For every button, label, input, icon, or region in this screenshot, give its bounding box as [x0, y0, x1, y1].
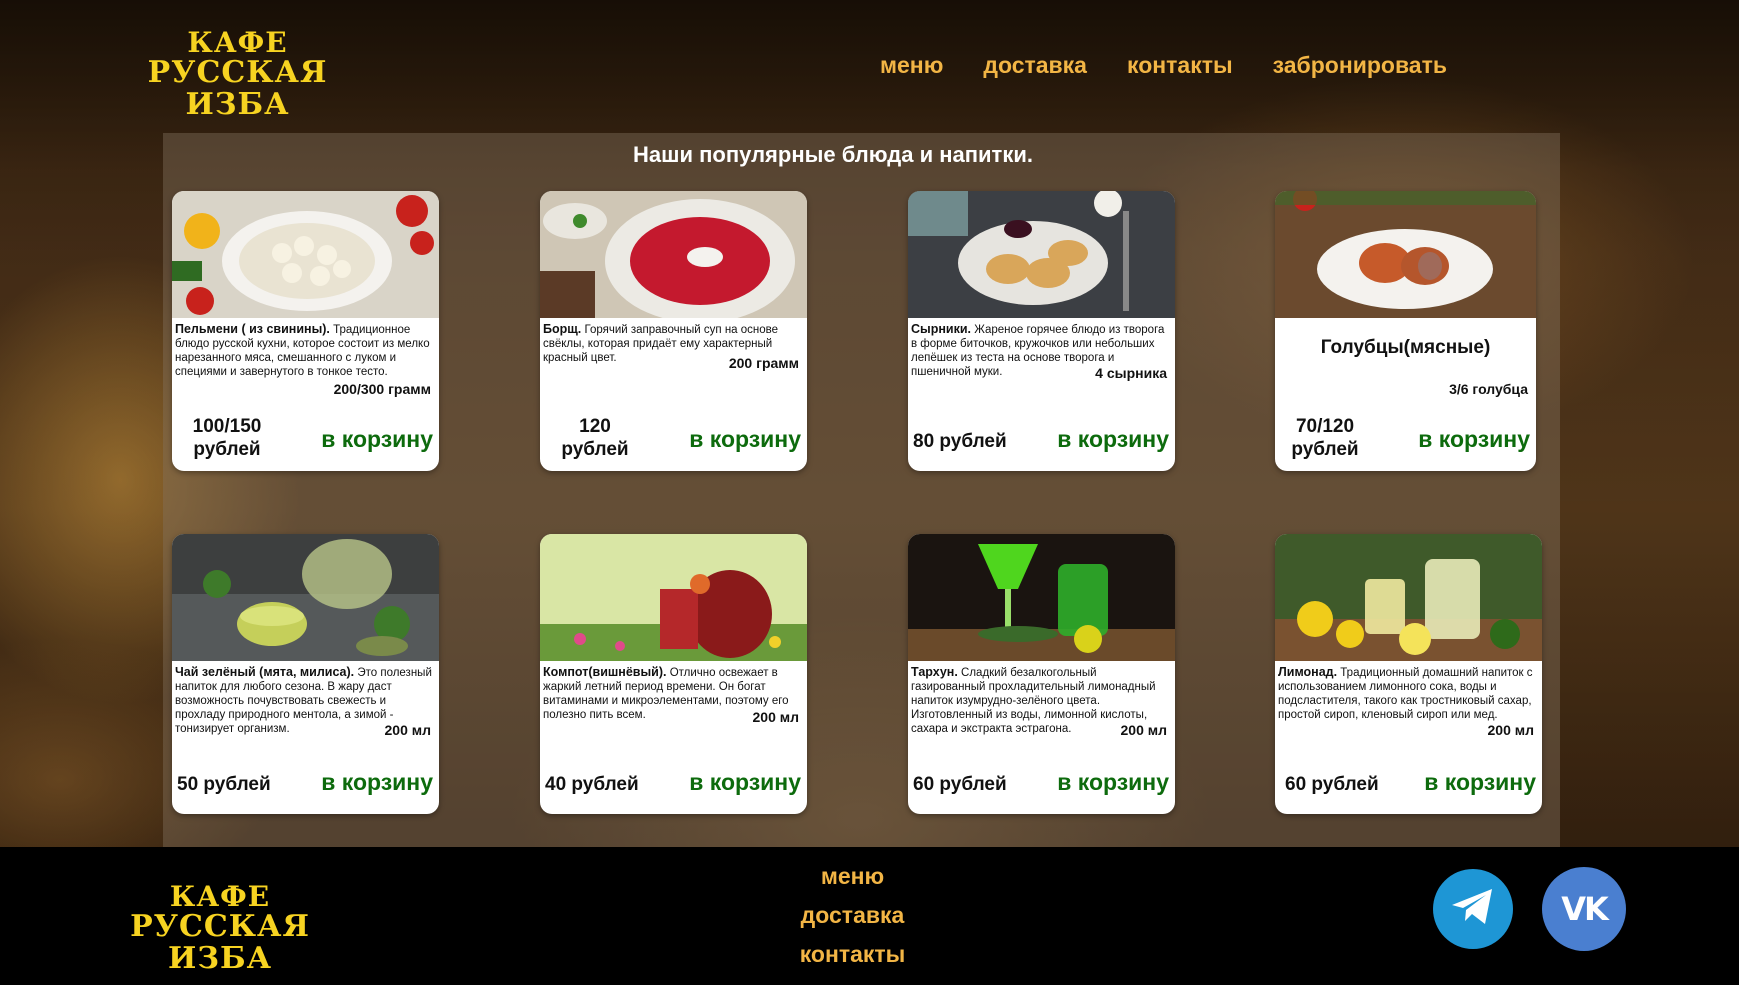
pelmeni-price: 100/150 рублей: [177, 415, 277, 461]
lemonade-portion: 200 мл: [1487, 722, 1535, 738]
menu-card-pelmeni: Пельмени ( из свинины). Традиционное блю…: [172, 191, 439, 471]
header-logo[interactable]: КАФЕ РУССКАЯ ИЗБА: [100, 26, 375, 122]
golubtsy-photo: [1275, 191, 1536, 318]
pelmeni-name: Пельмени ( из свинины).: [175, 322, 330, 336]
pelmeni-photo: [172, 191, 439, 318]
add-to-cart-button[interactable]: в корзину: [321, 769, 433, 796]
menu-card-syrniki: Сырники. Жареное горячее блюдо из творог…: [908, 191, 1175, 471]
page-title: Наши популярные блюда и напитки.: [633, 142, 1033, 167]
footer-menu-link[interactable]: меню: [760, 857, 945, 896]
pelmeni-price-value: 100/150: [192, 416, 262, 437]
add-to-cart-button[interactable]: в корзину: [1057, 769, 1169, 796]
header-nav: меню доставка контакты забронировать: [880, 52, 1487, 79]
menu-card-tarkhun: Тархун. Сладкий безалкогольный газирован…: [908, 534, 1175, 814]
borsch-portion: 200 грамм: [728, 355, 799, 371]
nav-booking-link[interactable]: забронировать: [1273, 52, 1447, 79]
add-to-cart-button[interactable]: в корзину: [689, 426, 801, 453]
green-tea-portion: 200 мл: [384, 722, 432, 738]
syrniki-name: Сырники.: [911, 322, 971, 336]
golubtsy-price-value: 70/120: [1295, 416, 1355, 437]
menu-card-golubtsy: Голубцы(мясные) 3/6 голубца 70/120 рубле…: [1275, 191, 1536, 471]
golubtsy-price: 70/120 рублей: [1280, 415, 1370, 461]
add-to-cart-button[interactable]: в корзину: [1424, 769, 1536, 796]
golubtsy-price-unit: рублей: [1291, 439, 1359, 460]
kompot-portion: 200 мл: [752, 709, 800, 725]
lemonade-name: Лимонад.: [1278, 665, 1338, 679]
pelmeni-price-unit: рублей: [193, 439, 261, 460]
tarkhun-price: 60 рублей: [913, 774, 1007, 795]
kompot-price: 40 рублей: [545, 774, 639, 795]
borsch-name: Борщ.: [543, 322, 582, 336]
vk-icon: VK: [1561, 890, 1609, 928]
golubtsy-portion: 3/6 голубца: [1449, 381, 1528, 397]
menu-card-lemonade: Лимонад. Традиционный домашний напиток с…: [1275, 534, 1542, 814]
green-tea-price: 50 рублей: [177, 774, 271, 795]
footer-logo-line1: КАФЕ: [169, 880, 271, 913]
pelmeni-portion: 200/300 грамм: [333, 381, 431, 397]
kompot-name: Компот(вишнёвый).: [543, 665, 667, 679]
syrniki-price: 80 рублей: [913, 431, 1007, 452]
menu-card-borsch: Борщ. Горячий заправочный суп на основе …: [540, 191, 807, 471]
lemonade-price: 60 рублей: [1285, 774, 1379, 795]
add-to-cart-button[interactable]: в корзину: [1418, 426, 1530, 453]
nav-contacts-link[interactable]: контакты: [1127, 52, 1233, 79]
add-to-cart-button[interactable]: в корзину: [321, 426, 433, 453]
add-to-cart-button[interactable]: в корзину: [689, 769, 801, 796]
footer-logo-line2: РУССКАЯ ИЗБА: [130, 909, 310, 976]
borsch-price-value: 120: [579, 416, 611, 437]
borsch-price-unit: рублей: [561, 439, 629, 460]
lemonade-description: Лимонад. Традиционный домашний напиток с…: [1278, 665, 1539, 722]
lemonade-photo: [1275, 534, 1542, 661]
logo-line1: КАФЕ: [187, 26, 288, 59]
nav-delivery-link[interactable]: доставка: [983, 52, 1087, 79]
borsch-price: 120 рублей: [545, 415, 645, 461]
nav-menu-link[interactable]: меню: [880, 52, 943, 79]
green-tea-name: Чай зелёный (мята, милиса).: [175, 665, 355, 679]
vk-button[interactable]: VK: [1542, 867, 1626, 951]
add-to-cart-button[interactable]: в корзину: [1057, 426, 1169, 453]
telegram-icon: [1450, 887, 1496, 932]
golubtsy-name: Голубцы(мясные): [1320, 337, 1491, 358]
borsch-photo: [540, 191, 807, 318]
menu-card-green-tea: Чай зелёный (мята, милиса). Это полезный…: [172, 534, 439, 814]
footer-nav: меню доставка контакты: [760, 857, 945, 974]
footer-contacts-link[interactable]: контакты: [760, 935, 945, 974]
syrniki-photo: [908, 191, 1175, 318]
telegram-button[interactable]: [1433, 869, 1513, 949]
footer: КАФЕ РУССКАЯ ИЗБА меню доставка контакты…: [0, 847, 1739, 985]
footer-delivery-link[interactable]: доставка: [760, 896, 945, 935]
green-tea-photo: [172, 534, 439, 661]
logo-line2: РУССКАЯ ИЗБА: [147, 55, 328, 122]
footer-logo[interactable]: КАФЕ РУССКАЯ ИЗБА: [90, 880, 350, 976]
pelmeni-description: Пельмени ( из свинины). Традиционное блю…: [175, 322, 436, 379]
tarkhun-name: Тархун.: [911, 665, 958, 679]
syrniki-portion: 4 сырника: [1095, 365, 1167, 381]
kompot-photo: [540, 534, 807, 661]
tarkhun-photo: [908, 534, 1175, 661]
menu-card-kompot: Компот(вишнёвый). Отлично освежает в жар…: [540, 534, 807, 814]
tarkhun-portion: 200 мл: [1120, 722, 1168, 738]
